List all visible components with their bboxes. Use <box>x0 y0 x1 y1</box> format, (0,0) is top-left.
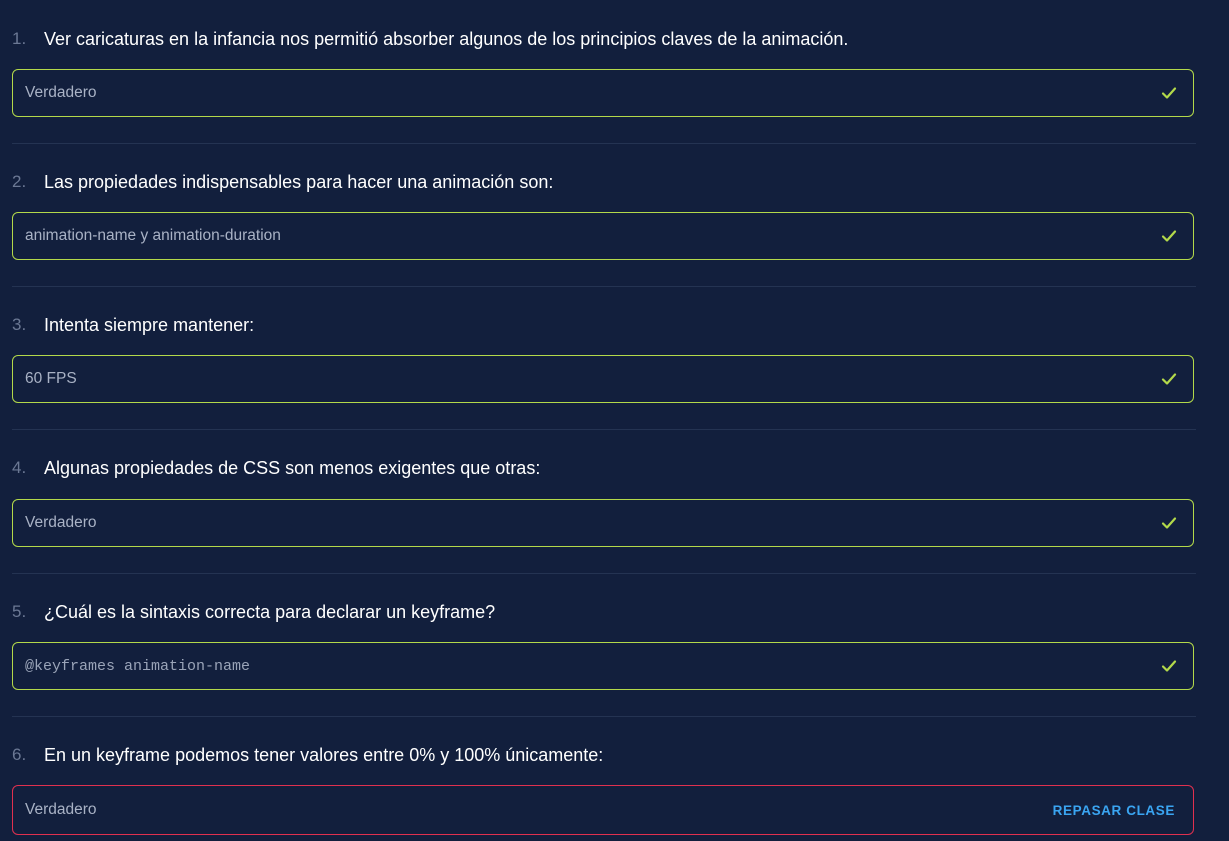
question-number: 3. <box>12 315 27 334</box>
answer-correct: Verdadero <box>12 69 1194 117</box>
divider <box>12 429 1196 430</box>
answer-text: animation-name y animation-duration <box>25 227 281 244</box>
answer-correct: 60 FPS <box>12 355 1194 403</box>
check-icon <box>1161 87 1177 99</box>
divider <box>12 573 1196 574</box>
question-number: 1. <box>12 29 27 48</box>
question-number: 5. <box>12 602 27 621</box>
answer-correct: animation-name y animation-duration <box>12 212 1194 260</box>
check-icon <box>1161 230 1177 242</box>
quiz-results: 1. Ver caricaturas en la infancia nos pe… <box>0 0 1229 841</box>
question-title: 1. Ver caricaturas en la infancia nos pe… <box>12 28 848 50</box>
question-title: 2. Las propiedades indispensables para h… <box>12 171 553 193</box>
answer-correct: Verdadero <box>12 499 1194 547</box>
question-title: 5. ¿Cuál es la sintaxis correcta para de… <box>12 601 495 623</box>
question-text: Las propiedades indispensables para hace… <box>44 171 554 192</box>
question-number: 2. <box>12 172 27 191</box>
answer-correct: @keyframes animation-name <box>12 642 1194 690</box>
divider <box>12 143 1196 144</box>
question-title: 3. Intenta siempre mantener: <box>12 314 254 336</box>
question-text: Algunas propiedades de CSS son menos exi… <box>44 457 541 478</box>
question-title: 4. Algunas propiedades de CSS son menos … <box>12 457 540 479</box>
check-icon <box>1161 373 1177 385</box>
answer-text: Verdadero <box>25 514 97 531</box>
question-text: ¿Cuál es la sintaxis correcta para decla… <box>44 601 496 622</box>
answer-text: Verdadero <box>25 84 97 101</box>
answer-code: @keyframes animation-name <box>25 657 251 675</box>
answer-text: 60 FPS <box>25 370 77 387</box>
divider <box>12 286 1196 287</box>
review-class-link[interactable]: REPASAR CLASE <box>1053 803 1175 818</box>
question-title: 6. En un keyframe podemos tener valores … <box>12 744 603 766</box>
question-number: 4. <box>12 458 27 477</box>
question-number: 6. <box>12 745 27 764</box>
question-text: En un keyframe podemos tener valores ent… <box>44 744 604 765</box>
check-icon <box>1161 517 1177 529</box>
check-icon <box>1161 660 1177 672</box>
divider <box>12 716 1196 717</box>
question-text: Intenta siempre mantener: <box>44 314 255 335</box>
answer-text: Verdadero <box>25 801 97 818</box>
answer-incorrect: Verdadero REPASAR CLASE <box>12 785 1194 835</box>
question-text: Ver caricaturas en la infancia nos permi… <box>44 28 849 49</box>
